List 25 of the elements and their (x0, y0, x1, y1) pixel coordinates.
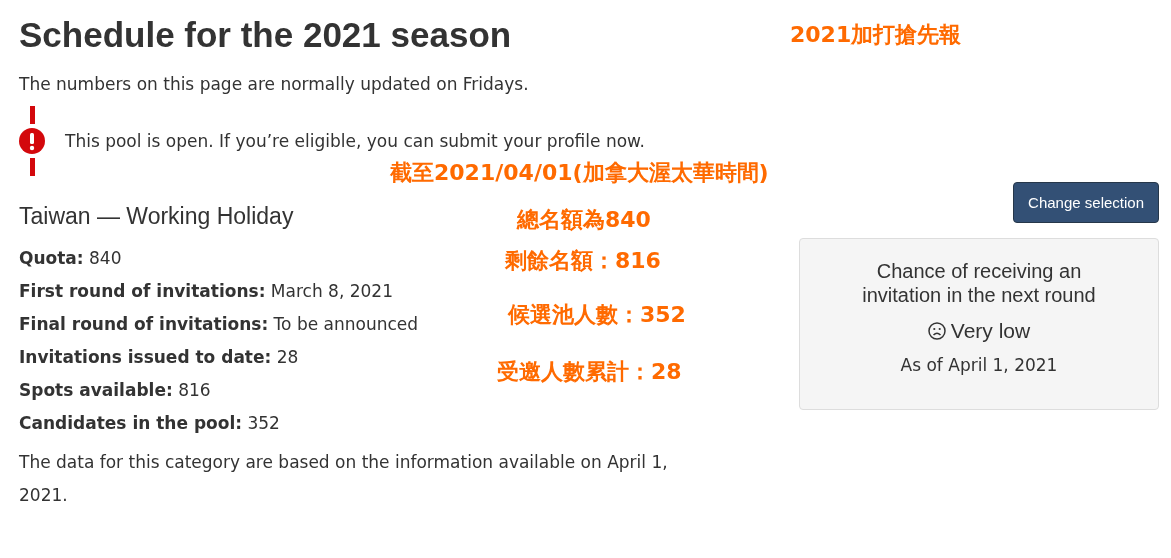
update-note: The numbers on this page are normally updated on Fridays. (19, 73, 530, 96)
annotation-text: 2021加打搶先報 (790, 21, 962, 49)
chance-heading: Chance of receiving an invitation in the next round (861, 259, 1097, 307)
fact-line: Quota: 840 (19, 247, 122, 270)
alert-icon (19, 128, 45, 154)
fact-line: Invitations issued to date: 28 (19, 346, 299, 369)
fact-line: Spots available: 816 (19, 379, 211, 402)
data-note: The data for this category are based on the information available on April 1, 2021. (19, 451, 669, 507)
alert-stripe (29, 106, 35, 124)
chance-rating: Very low (950, 319, 1031, 343)
change-selection-button[interactable]: Change selection (1013, 182, 1159, 223)
fact-line: First round of invitations: March 8, 2021 (19, 280, 393, 303)
alert-message: This pool is open. If you’re eligible, you can submit your profile now. (65, 131, 645, 151)
annotation-text: 剩餘名額：816 (505, 247, 661, 275)
annotation-text: 候選池人數：352 (508, 301, 686, 329)
fact-line: Final round of invitations: To be announced (19, 313, 419, 336)
sad-face-icon (927, 322, 946, 340)
fact-line: Candidates in the pool: 352 (19, 412, 280, 435)
annotation-text: 截至2021/04/01(加拿大渥太華時間) (390, 159, 769, 187)
alert-stripe (29, 158, 35, 176)
annotation-text: 總名額為840 (517, 206, 651, 234)
annotation-text: 受邀人數累計：28 (497, 358, 682, 386)
as-of-date: As of April 1, 2021 (899, 355, 1059, 375)
page-title: Schedule for the 2021 season (19, 14, 512, 56)
category-heading: Taiwan — Working Holiday (19, 202, 294, 231)
